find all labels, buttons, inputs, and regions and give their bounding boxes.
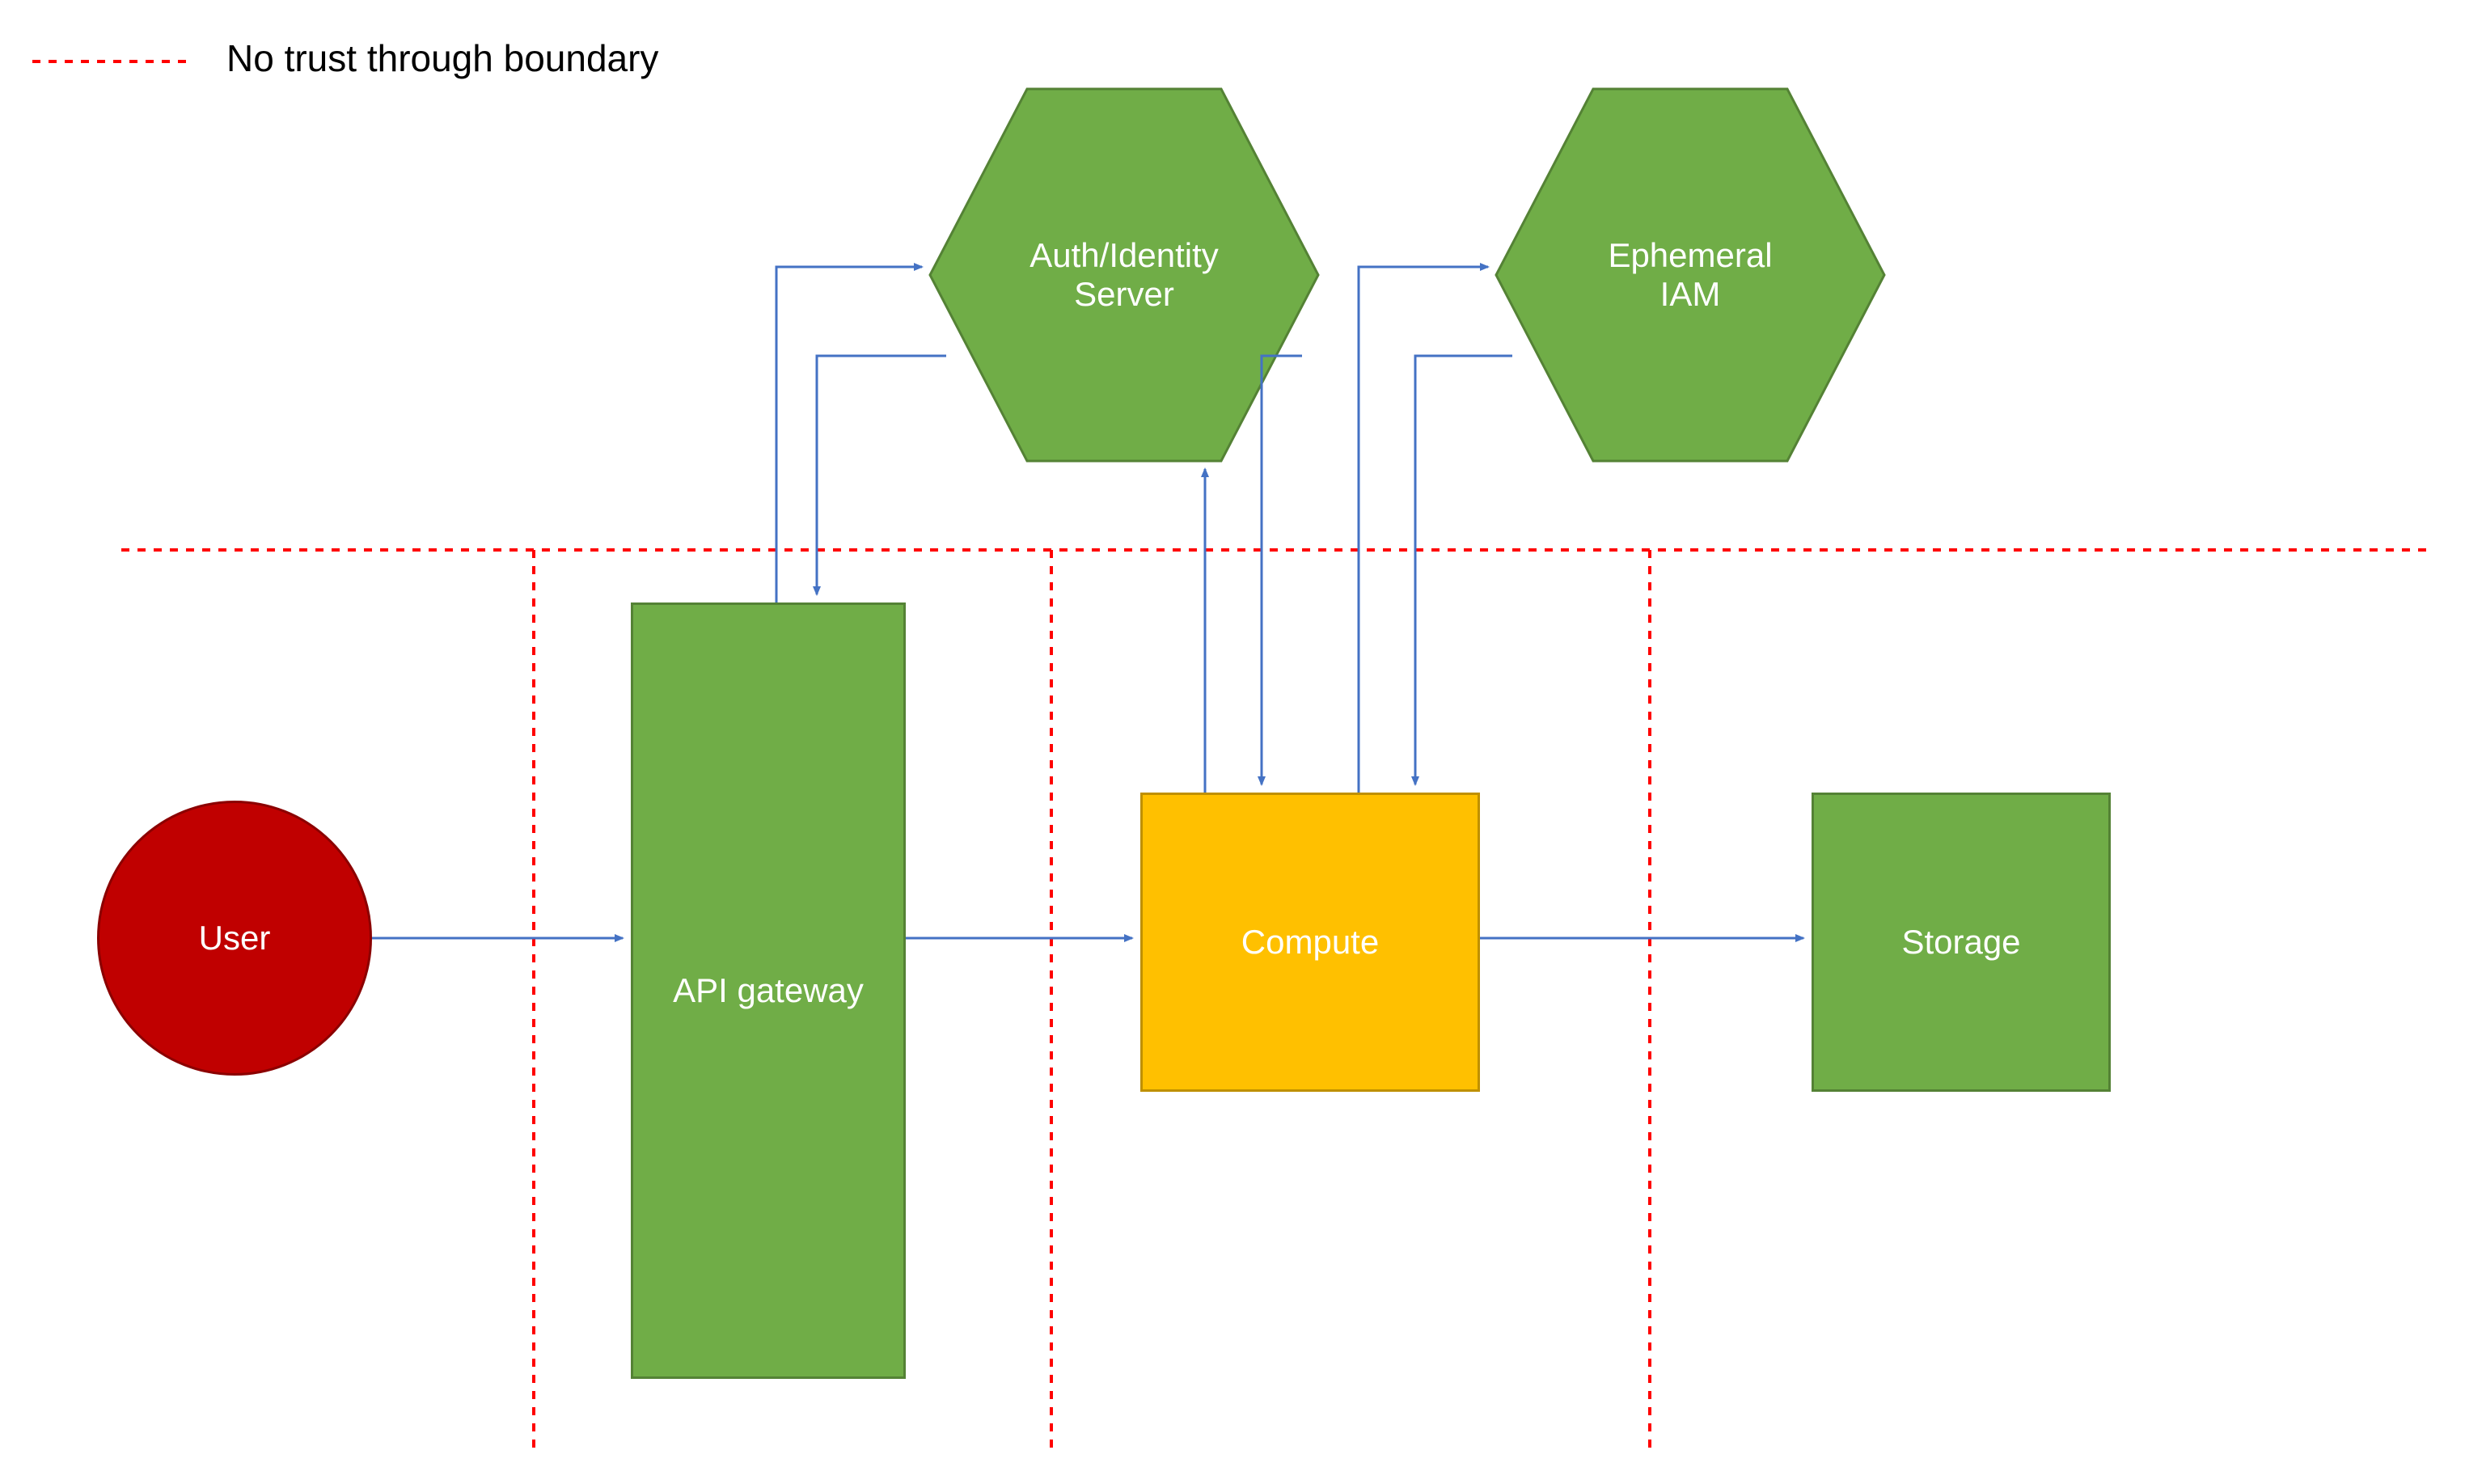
diagram-svg <box>0 0 2486 1484</box>
arrow-gateway-to-auth <box>776 267 922 602</box>
storage-node: Storage <box>1812 793 2111 1092</box>
arrow-iam-to-compute <box>1415 356 1512 784</box>
legend-label: No trust through boundary <box>226 36 658 80</box>
storage-label: Storage <box>1901 923 2020 962</box>
user-label: User <box>199 919 271 958</box>
compute-node: Compute <box>1140 793 1480 1092</box>
gateway-label: API gateway <box>673 971 864 1010</box>
diagram-stage: No trust through boundary Auth/Identity … <box>0 0 2486 1484</box>
user-node: User <box>97 801 372 1076</box>
gateway-node: API gateway <box>631 602 906 1379</box>
arrow-auth-to-compute <box>1262 356 1302 784</box>
arrow-compute-to-iam <box>1359 267 1488 793</box>
iam-hexagon <box>1496 89 1884 461</box>
arrow-auth-to-gateway <box>817 356 946 594</box>
auth-hexagon <box>930 89 1318 461</box>
compute-label: Compute <box>1241 923 1379 962</box>
